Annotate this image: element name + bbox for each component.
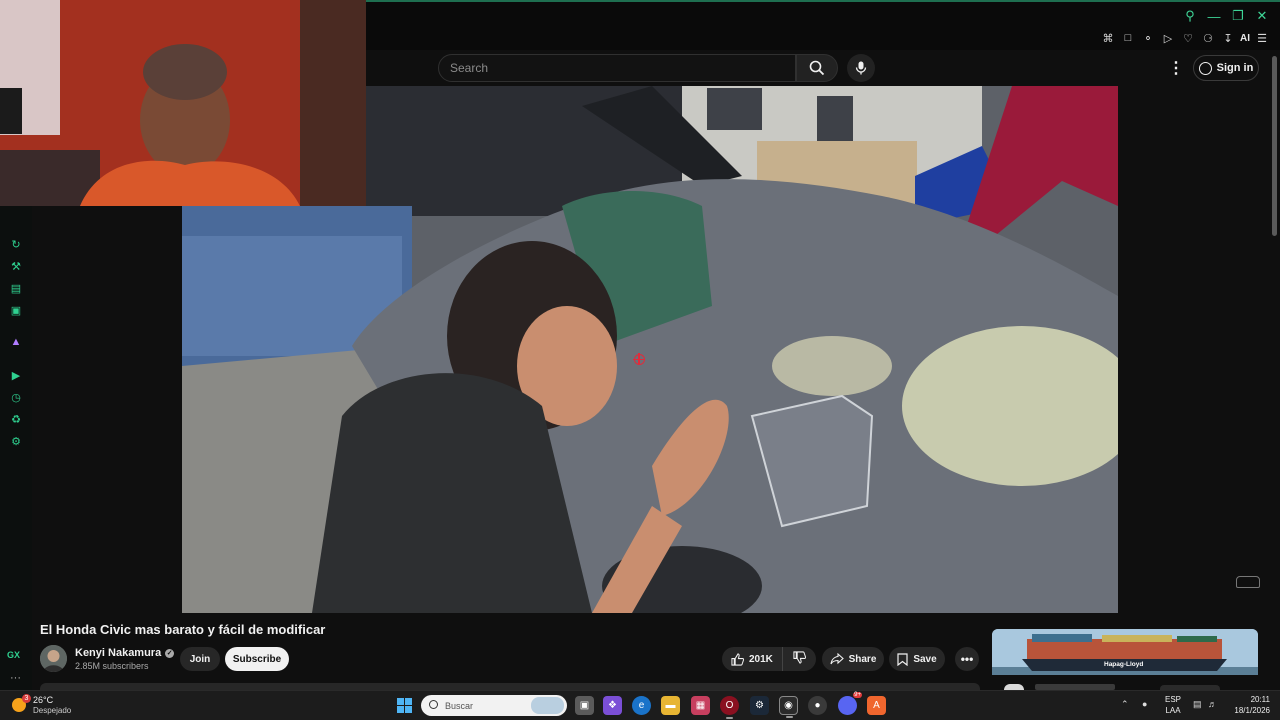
extensions-icon[interactable]: ♻	[8, 411, 24, 427]
browser-toolbar: ⌘ □ ⚬ ▷ ♡ ⚆ ↧ AI ☰	[1100, 30, 1270, 46]
weather-condition[interactable]: Despejado	[33, 706, 71, 715]
shield-icon[interactable]: ⚬	[1140, 30, 1156, 46]
target-cursor-icon	[633, 353, 645, 365]
store-icon[interactable]: ▦	[691, 696, 710, 715]
weather-badge: 3	[22, 694, 31, 703]
cleaner-icon[interactable]: ⚒	[8, 258, 24, 274]
more-actions-button[interactable]: •••	[955, 647, 979, 671]
search-input[interactable]: Search	[438, 54, 796, 82]
settings-more-icon[interactable]: ⋮	[1168, 58, 1184, 78]
window-controls: ⚲ — ❐ ✕	[1182, 8, 1270, 24]
weather-temperature[interactable]: 26°C	[33, 695, 53, 705]
discord-icon[interactable]: 9+	[838, 692, 862, 715]
clock-time: 20:11	[1250, 695, 1270, 704]
history-icon[interactable]: ↻	[8, 236, 24, 252]
language-indicator[interactable]: ESP LAA	[1165, 694, 1181, 716]
subscriber-count: 2.85M subscribers	[75, 661, 149, 671]
video-title: El Honda Civic mas barato y fácil de mod…	[40, 622, 326, 637]
maximize-icon[interactable]: ❐	[1230, 8, 1246, 24]
microphone-icon	[855, 61, 867, 75]
share-icon	[830, 653, 844, 665]
gx-button[interactable]: GX	[7, 650, 20, 660]
like-dislike-group: 201K	[722, 647, 816, 671]
minimize-icon[interactable]: —	[1206, 8, 1222, 24]
pin-icon[interactable]: ⌘	[1100, 30, 1116, 46]
save-button[interactable]: Save	[889, 647, 945, 671]
save-label: Save	[913, 653, 937, 665]
messenger-icon[interactable]: ▣	[8, 302, 24, 318]
channel-avatar[interactable]	[40, 645, 67, 672]
share-label: Share	[848, 653, 877, 665]
microphone-tray-icon[interactable]: ●	[1142, 699, 1147, 709]
avatar-image	[40, 645, 67, 672]
show-hidden-icons[interactable]: ⌃	[1121, 699, 1129, 710]
sign-in-button[interactable]: Sign in	[1193, 55, 1259, 81]
system-clock[interactable]: 20:11 18/1/2026	[1228, 694, 1270, 716]
voice-search-button[interactable]	[847, 54, 875, 82]
like-count: 201K	[749, 653, 773, 665]
account-icon	[1198, 61, 1212, 75]
search-icon	[809, 60, 825, 76]
network-icon[interactable]: ▤	[1193, 699, 1202, 710]
car-icon	[1236, 576, 1260, 588]
flows-icon[interactable]: ▤	[8, 280, 24, 296]
affinity-icon[interactable]: A	[867, 696, 886, 715]
dislike-button[interactable]	[783, 651, 816, 667]
windows-start-icon[interactable]	[397, 698, 412, 713]
opera-gx-icon[interactable]: O	[720, 696, 739, 719]
screen: ⚲ — ❐ ✕ ⌘ □ ⚬ ▷ ♡ ⚆ ↧ AI ☰ Search ⋮ Sign…	[0, 0, 1280, 720]
play-icon[interactable]: ▷	[1160, 30, 1176, 46]
webcam-overlay	[0, 0, 366, 206]
close-icon[interactable]: ✕	[1254, 8, 1270, 24]
edge-icon[interactable]: e	[632, 696, 651, 715]
snapshot-icon[interactable]: □	[1120, 30, 1136, 46]
channel-name-label: Kenyi Nakamura	[75, 647, 162, 659]
download-icon[interactable]: ↧	[1220, 30, 1236, 46]
page-scrollbar[interactable]	[1272, 56, 1277, 236]
copilot-icon[interactable]: ❖	[603, 696, 622, 715]
menu-icon[interactable]: ☰	[1254, 30, 1270, 46]
thumbs-down-icon	[793, 651, 807, 664]
clock-date: 18/1/2026	[1234, 706, 1270, 715]
verified-icon: ✓	[165, 648, 175, 658]
language-code: ESP	[1165, 695, 1182, 704]
thumbs-up-icon	[731, 652, 744, 666]
sidebar-more-button[interactable]: ···	[10, 672, 21, 684]
browser-sidebar: ↻ ⚒ ▤ ▣ ▲ ▶ ◷ ♻ ⚙ GX ···	[0, 206, 32, 690]
sign-in-label: Sign in	[1216, 62, 1254, 74]
keyboard-layout: LAA	[1165, 706, 1181, 715]
recording-app-icon[interactable]: ●	[808, 696, 827, 715]
join-button[interactable]: Join	[180, 647, 220, 671]
search-highlight-image	[531, 697, 564, 714]
subscribe-button[interactable]: Subscribe	[225, 647, 289, 671]
obs-icon[interactable]: ◉	[779, 696, 798, 718]
twitch-icon[interactable]: ▲	[8, 334, 24, 350]
player-icon[interactable]: ▶	[8, 367, 24, 383]
file-explorer-icon[interactable]: ▬	[661, 696, 680, 715]
ai-button[interactable]: AI	[1240, 30, 1250, 46]
share-button[interactable]: Share	[822, 647, 884, 671]
heart-icon[interactable]: ♡	[1180, 30, 1196, 46]
clock-icon[interactable]: ◷	[8, 389, 24, 405]
volume-icon[interactable]: ♬	[1208, 699, 1217, 709]
windows-taskbar: 3 26°C Despejado Buscar ▣ ❖ e ▬ ▦ O ⚙ ◉ …	[0, 690, 1280, 720]
like-button[interactable]: 201K	[722, 647, 783, 671]
task-view-icon[interactable]: ▣	[575, 696, 594, 715]
bookmark-icon	[897, 652, 908, 666]
steam-icon[interactable]: ⚙	[750, 696, 769, 715]
wallet-icon[interactable]: ⚆	[1200, 30, 1216, 46]
search-icon[interactable]: ⚲	[1182, 8, 1198, 24]
taskbar-search-icon	[429, 700, 438, 709]
search-button[interactable]	[796, 54, 838, 82]
channel-name[interactable]: Kenyi Nakamura ✓	[75, 647, 175, 659]
webcam-frame	[0, 0, 366, 206]
ship-hull-label: Hapag-Lloyd	[1104, 661, 1143, 668]
discord-notification-badge: 9+	[853, 692, 862, 698]
settings-icon[interactable]: ⚙	[8, 433, 24, 449]
